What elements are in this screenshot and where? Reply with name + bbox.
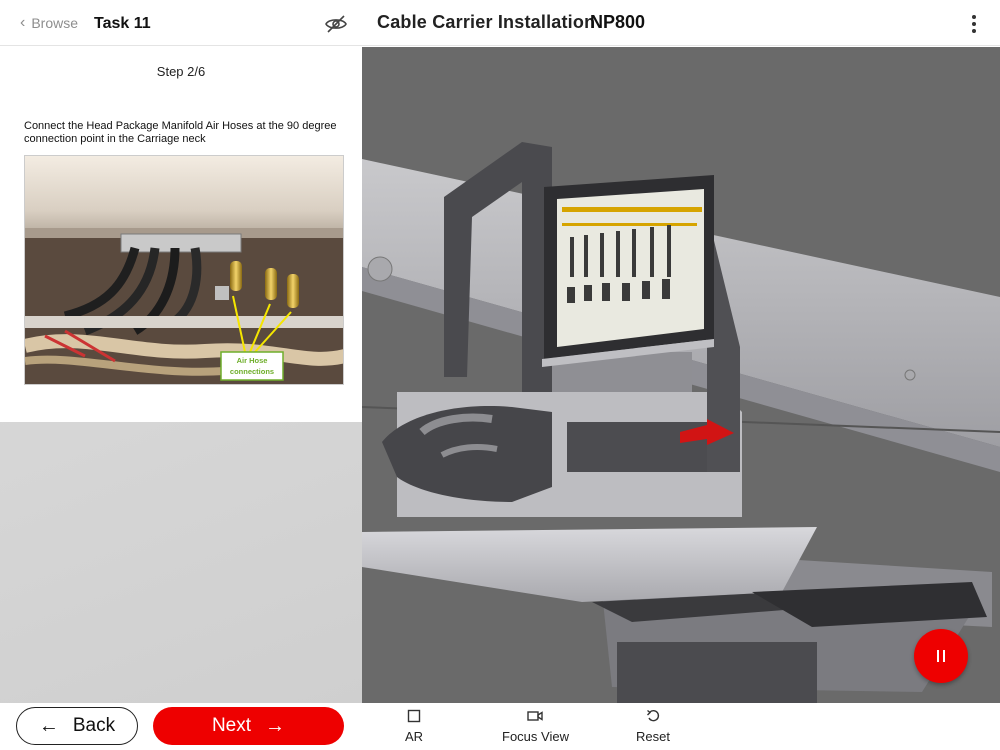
instruction-card: Step 2/6 Connect the Head Package Manifo… xyxy=(0,47,362,422)
kebab-dot-icon xyxy=(972,29,976,33)
page-title: Cable Carrier Installation xyxy=(377,12,596,32)
arrow-right-icon: → xyxy=(265,715,286,737)
reset-label: Reset xyxy=(636,729,670,744)
pause-bar-icon xyxy=(937,650,939,662)
hide-panel-button[interactable] xyxy=(324,12,348,36)
arrow-left-icon: ← xyxy=(38,715,59,737)
kebab-dot-icon xyxy=(972,15,976,19)
kebab-dot-icon xyxy=(972,22,976,26)
back-button[interactable]: ← Back xyxy=(16,707,138,745)
model-label: NP800 xyxy=(590,12,646,32)
step-indicator: Step 2/6 xyxy=(156,64,206,79)
browse-back-link[interactable]: ‹ Browse xyxy=(20,14,79,32)
pause-animation-button[interactable] xyxy=(914,629,968,683)
video-camera-icon xyxy=(527,711,544,721)
undo-icon xyxy=(646,709,660,722)
photo-callout-line2: connections xyxy=(230,367,274,376)
app-header: ‹ Browse Task 11 Cable Carrier Installat… xyxy=(0,0,1000,46)
focus-view-button[interactable]: Focus View xyxy=(502,709,569,744)
air-hose-photo-image: Air Hose connections xyxy=(25,156,343,384)
chevron-left-icon: ‹ xyxy=(20,14,26,31)
ar-button[interactable]: AR xyxy=(405,709,423,744)
ar-label: AR xyxy=(405,729,424,744)
task-title: Task 11 xyxy=(94,15,151,32)
3d-viewport[interactable] xyxy=(362,47,1000,703)
next-button[interactable]: Next → xyxy=(153,707,344,745)
pause-bar-icon xyxy=(943,650,945,662)
focus-view-label: Focus View xyxy=(502,729,569,744)
reset-button[interactable]: Reset xyxy=(636,709,670,744)
next-button-label: Next xyxy=(211,715,252,736)
more-options-button[interactable] xyxy=(962,12,986,36)
instruction-photo: Air Hose connections xyxy=(24,155,344,385)
machine-3d-model[interactable] xyxy=(362,47,1000,703)
instruction-text: Connect the Head Package Manifold Air Ho… xyxy=(24,120,337,145)
photo-callout-line1: Air Hose xyxy=(237,356,268,365)
browse-label: Browse xyxy=(31,15,79,31)
back-button-label: Back xyxy=(72,715,116,736)
bottom-toolbar xyxy=(0,703,1000,750)
eye-slash-icon xyxy=(325,15,347,33)
square-icon xyxy=(407,709,421,723)
